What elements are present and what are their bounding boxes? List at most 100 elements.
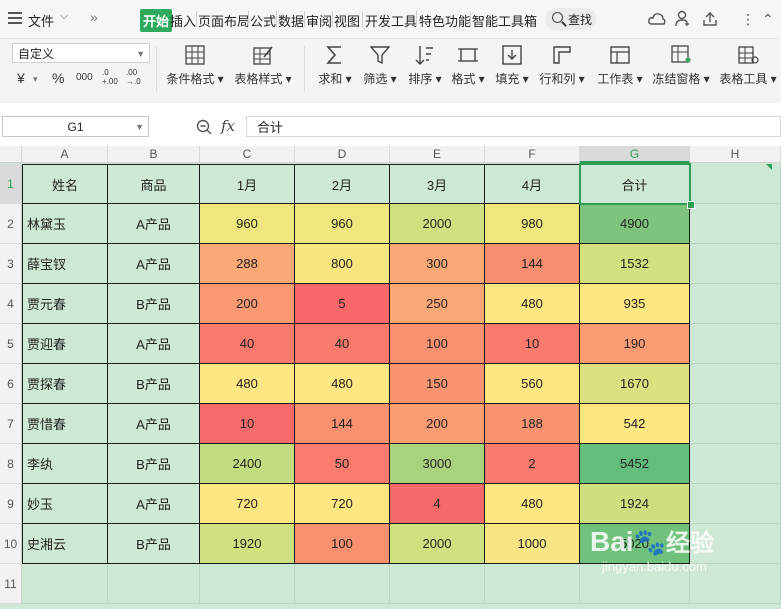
table-cell[interactable]: 林黛玉 <box>22 204 108 244</box>
table-cell[interactable]: 50 <box>295 444 390 484</box>
name-box[interactable]: G1 ▼ <box>2 116 149 137</box>
row-header-6[interactable]: 6 <box>0 364 22 404</box>
empty-cell[interactable] <box>690 484 781 524</box>
increase-decimal-button[interactable]: .0 +.00 <box>102 68 118 86</box>
table-cell[interactable]: 10 <box>485 324 580 364</box>
thousands-separator-button[interactable]: 000 <box>76 72 93 83</box>
table-cell[interactable]: 5452 <box>580 444 690 484</box>
table-cell[interactable]: 560 <box>485 364 580 404</box>
table-cell[interactable]: 1920 <box>200 524 295 564</box>
header-cell-col-c[interactable]: 1月 <box>200 164 295 204</box>
table-cell[interactable]: A产品 <box>108 204 200 244</box>
table-cell[interactable]: 2000 <box>390 204 485 244</box>
column-header-d[interactable]: D <box>295 146 390 163</box>
cloud-sync-icon[interactable] <box>648 11 666 27</box>
collapse-ribbon-icon[interactable]: ⌃ <box>762 11 774 28</box>
table-cell[interactable]: 1924 <box>580 484 690 524</box>
rows-columns-button[interactable]: 行和列 ▾ <box>538 44 586 87</box>
fill-handle[interactable] <box>687 201 695 209</box>
zoom-icon[interactable] <box>196 119 212 135</box>
table-cell[interactable]: 480 <box>295 364 390 404</box>
table-cell[interactable]: 720 <box>200 484 295 524</box>
table-cell[interactable]: A产品 <box>108 484 200 524</box>
autosum-button[interactable]: 求和 ▾ <box>315 44 355 87</box>
table-cell[interactable]: 144 <box>485 244 580 284</box>
table-cell[interactable]: 1000 <box>485 524 580 564</box>
table-cell[interactable]: 贾元春 <box>22 284 108 324</box>
empty-cell[interactable] <box>690 204 781 244</box>
table-cell[interactable]: 960 <box>295 204 390 244</box>
table-cell[interactable]: 188 <box>485 404 580 444</box>
table-cell[interactable]: 4 <box>390 484 485 524</box>
table-cell[interactable]: 800 <box>295 244 390 284</box>
table-cell[interactable]: 480 <box>200 364 295 404</box>
table-cell[interactable]: 2400 <box>200 444 295 484</box>
table-cell[interactable]: B产品 <box>108 524 200 564</box>
table-cell[interactable]: 2000 <box>390 524 485 564</box>
table-cell[interactable]: B产品 <box>108 284 200 324</box>
empty-cell[interactable] <box>690 284 781 324</box>
empty-cell[interactable] <box>690 164 781 204</box>
decrease-decimal-button[interactable]: .00 →.0 <box>126 68 141 86</box>
table-tools-button[interactable]: 表格工具 ▾ <box>718 44 778 87</box>
empty-cell[interactable] <box>108 564 200 604</box>
hamburger-menu-icon[interactable] <box>8 12 22 24</box>
tab-view[interactable]: 视图 <box>334 11 360 30</box>
tab-developer-tools[interactable]: 开发工具 <box>365 11 417 30</box>
table-cell[interactable]: 1670 <box>580 364 690 404</box>
conditional-format-button[interactable]: 条件格式 ▾ <box>165 44 225 87</box>
table-cell[interactable]: 5 <box>295 284 390 324</box>
table-cell[interactable]: A产品 <box>108 244 200 284</box>
header-cell-col-b[interactable]: 商品 <box>108 164 200 204</box>
tab-home[interactable]: 开始 <box>140 9 173 32</box>
worksheet-button[interactable]: 工作表 ▾ <box>594 44 646 87</box>
table-cell[interactable]: 720 <box>295 484 390 524</box>
header-cell-col-f[interactable]: 4月 <box>485 164 580 204</box>
user-add-icon[interactable] <box>675 10 691 27</box>
row-header-9[interactable]: 9 <box>0 484 22 524</box>
chevron-down-icon[interactable]: ▾ <box>33 74 38 85</box>
row-header-2[interactable]: 2 <box>0 204 22 244</box>
table-cell[interactable]: 薛宝钗 <box>22 244 108 284</box>
format-button[interactable]: 格式 ▾ <box>448 44 488 87</box>
table-cell[interactable]: 200 <box>200 284 295 324</box>
column-header-e[interactable]: E <box>390 146 485 163</box>
number-format-select[interactable]: 自定义 ▼ <box>12 43 150 63</box>
table-cell[interactable]: 480 <box>485 484 580 524</box>
header-cell-col-e[interactable]: 3月 <box>390 164 485 204</box>
table-cell[interactable]: 200 <box>390 404 485 444</box>
column-header-h[interactable]: H <box>690 146 781 163</box>
empty-cell[interactable] <box>295 564 390 604</box>
column-header-a[interactable]: A <box>22 146 108 163</box>
tab-review[interactable]: 审阅 <box>306 11 332 30</box>
tab-special-features[interactable]: 特色功能 <box>419 11 471 30</box>
column-header-f[interactable]: F <box>485 146 580 163</box>
table-cell[interactable]: 40 <box>200 324 295 364</box>
empty-cell[interactable] <box>690 324 781 364</box>
table-cell[interactable]: 10 <box>200 404 295 444</box>
table-cell[interactable]: B产品 <box>108 364 200 404</box>
fill-button[interactable]: 填充 ▾ <box>492 44 532 87</box>
filter-button[interactable]: 筛选 ▾ <box>360 44 400 87</box>
tab-page-layout[interactable]: 页面布局 <box>198 11 250 30</box>
share-icon[interactable] <box>702 11 718 27</box>
table-cell[interactable]: 100 <box>295 524 390 564</box>
row-header-4[interactable]: 4 <box>0 284 22 324</box>
formula-input[interactable]: 合计 <box>246 116 781 137</box>
table-cell[interactable]: 960 <box>200 204 295 244</box>
column-header-b[interactable]: B <box>108 146 200 163</box>
column-header-c[interactable]: C <box>200 146 295 163</box>
row-header-8[interactable]: 8 <box>0 444 22 484</box>
table-cell[interactable]: 542 <box>580 404 690 444</box>
row-header-10[interactable]: 10 <box>0 524 22 564</box>
table-cell[interactable]: 480 <box>485 284 580 324</box>
tab-insert[interactable]: 插入 <box>170 11 196 30</box>
table-cell[interactable]: 288 <box>200 244 295 284</box>
table-cell[interactable]: 4900 <box>580 204 690 244</box>
table-cell[interactable]: 190 <box>580 324 690 364</box>
column-header-g[interactable]: G <box>580 146 690 163</box>
search-button[interactable]: 查找 <box>545 8 597 30</box>
row-header-5[interactable]: 5 <box>0 324 22 364</box>
empty-cell[interactable] <box>690 444 781 484</box>
table-cell[interactable]: 贾惜春 <box>22 404 108 444</box>
